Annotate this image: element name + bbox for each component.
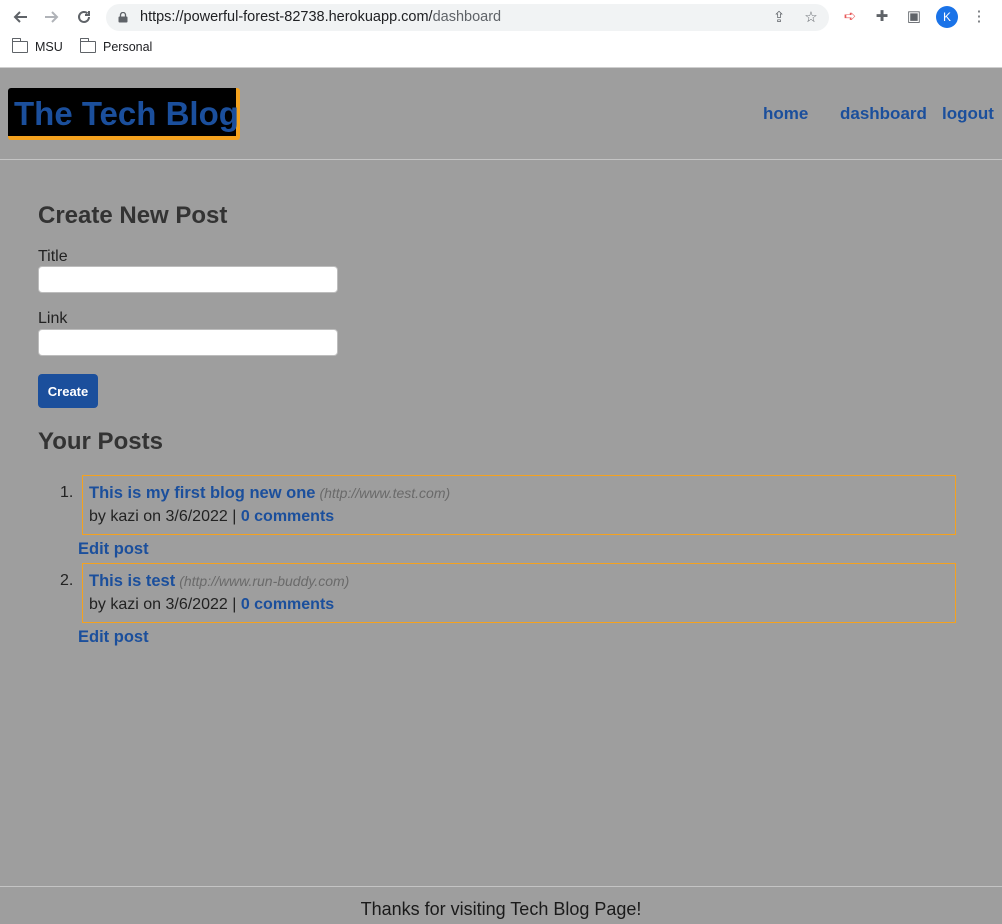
site-logo[interactable]: The Tech Blog: [8, 88, 240, 140]
nav-home[interactable]: home: [763, 104, 808, 124]
post-meta: by kazi on 3/6/2022 | 0 comments: [89, 508, 334, 526]
post-title-link[interactable]: This is my first blog new one: [89, 484, 315, 502]
logo-text: The Tech Blog: [14, 95, 239, 132]
link-input[interactable]: [38, 329, 338, 356]
post-byline: by kazi on 3/6/2022 |: [89, 508, 241, 525]
comments-link[interactable]: 0 comments: [241, 596, 334, 613]
title-input[interactable]: [38, 266, 338, 293]
post-title: This is test (http://www.run-buddy.com): [89, 572, 349, 591]
folder-icon: [11, 38, 28, 53]
footer-text: Thanks for visiting Tech Blog Page!: [360, 899, 642, 919]
bookmark-label: MSU: [35, 40, 63, 54]
post-byline: by kazi on 3/6/2022 |: [89, 596, 241, 613]
nav-logout[interactable]: logout: [942, 104, 994, 124]
bookmark-folder-msu[interactable]: MSU: [11, 38, 63, 54]
post-number: 2.: [60, 572, 74, 589]
reload-icon[interactable]: [72, 6, 96, 28]
nav-dashboard[interactable]: dashboard: [840, 104, 927, 124]
browser-toolbar: https://powerful-forest-82738.herokuapp.…: [0, 0, 1002, 34]
address-bar[interactable]: https://powerful-forest-82738.herokuapp.…: [106, 4, 829, 31]
post-number: 1.: [60, 484, 74, 501]
create-button[interactable]: Create: [38, 374, 98, 408]
forward-icon[interactable]: [40, 6, 64, 28]
page: The Tech Blog home dashboard logout Crea…: [0, 68, 1002, 924]
menu-kebab-icon[interactable]: ⋮: [969, 7, 989, 27]
bookmark-label: Personal: [103, 40, 153, 54]
create-post-heading: Create New Post: [38, 202, 228, 229]
lock-icon: [118, 12, 128, 23]
comments-link[interactable]: 0 comments: [241, 508, 334, 525]
site-footer: Thanks for visiting Tech Blog Page!: [0, 886, 1002, 924]
your-posts-heading: Your Posts: [38, 428, 163, 455]
bookmark-star-icon[interactable]: ☆: [802, 9, 820, 27]
title-label: Title: [38, 248, 68, 265]
post-title-link[interactable]: This is test: [89, 572, 175, 590]
site-header: The Tech Blog home dashboard logout: [0, 68, 1002, 160]
post-url: (http://www.run-buddy.com): [179, 573, 350, 589]
edit-post-link[interactable]: Edit post: [78, 540, 149, 559]
browser-chrome: https://powerful-forest-82738.herokuapp.…: [0, 0, 1002, 68]
back-icon[interactable]: [8, 6, 32, 28]
bookmark-folder-personal[interactable]: Personal: [79, 38, 153, 54]
url-text: https://powerful-forest-82738.herokuapp.…: [140, 9, 502, 25]
link-label: Link: [38, 310, 68, 327]
side-panel-icon[interactable]: ▣: [904, 7, 924, 27]
bookmarks-bar: MSU Personal: [0, 37, 1002, 59]
folder-icon: [79, 38, 96, 53]
share-icon[interactable]: ⇪: [770, 9, 788, 27]
post-card: This is my first blog new one (http://www…: [82, 475, 956, 535]
post-title: This is my first blog new one (http://www…: [89, 484, 450, 503]
post-card: This is test (http://www.run-buddy.com) b…: [82, 563, 956, 623]
profile-avatar[interactable]: K: [936, 6, 958, 28]
puzzle-icon[interactable]: ✚: [872, 7, 892, 27]
edit-post-link[interactable]: Edit post: [78, 628, 149, 647]
post-meta: by kazi on 3/6/2022 | 0 comments: [89, 596, 334, 614]
post-url: (http://www.test.com): [319, 485, 451, 501]
extension-icon[interactable]: ➪: [840, 7, 860, 27]
